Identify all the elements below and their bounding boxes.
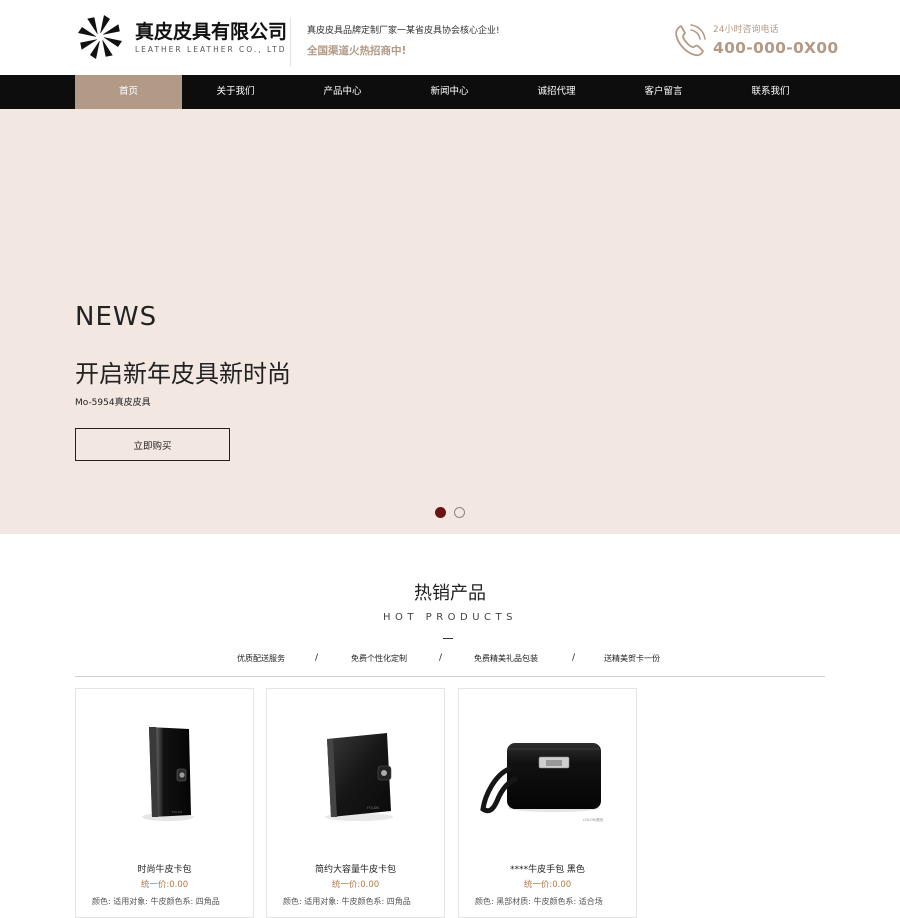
hotline-number[interactable]: 400-000-0X00 xyxy=(713,39,838,57)
main-nav: 首页 关于我们 产品中心 新闻中心 诚招代理 客户留言 联系我们 xyxy=(0,75,900,109)
banner-subtitle: Mo-5954真皮皮具 xyxy=(75,398,151,408)
slider-dot-2[interactable] xyxy=(454,507,465,518)
feature-list: 优质配送服务 / 免费个性化定制 / 免费精美礼品包装 / 送精美贺卡一份 xyxy=(0,653,900,665)
phone-icon xyxy=(675,24,706,57)
card-cardholder-image: FOLDN xyxy=(325,733,393,821)
nav-item-home[interactable]: 首页 xyxy=(75,75,182,109)
header-divider xyxy=(290,18,291,66)
feature-delivery: 优质配送服务 xyxy=(237,654,285,663)
nav-item-about[interactable]: 关于我们 xyxy=(182,75,289,109)
section-subtitle: HOT PRODUCTS xyxy=(383,612,517,623)
logo-subtitle: LEATHER LEATHER CO., LTD xyxy=(135,44,287,54)
product-description: 颜色: 适用对象: 牛皮颜色系: 四角品 xyxy=(283,897,411,906)
feature-separator: / xyxy=(439,653,443,663)
banner-title: 开启新年皮具新时尚 xyxy=(75,360,291,388)
svg-text:FOLDN: FOLDN xyxy=(367,806,379,810)
logo-title: 真皮皮具有限公司 xyxy=(135,20,288,43)
feature-greeting-card: 送精美贺卡一份 xyxy=(604,654,660,663)
product-card[interactable]: FOLDN 时尚牛皮卡包 统一价:0.00 颜色: 适用对象: 牛皮颜色系: 四… xyxy=(75,688,254,918)
feature-customization: 免费个性化定制 xyxy=(351,654,407,663)
product-name[interactable]: 时尚牛皮卡包 xyxy=(76,862,253,875)
nav-item-news[interactable]: 新闻中心 xyxy=(396,75,503,109)
hotline-label: 24小时咨询电话 xyxy=(713,25,779,35)
card-wallet-image: FOLDN xyxy=(142,727,194,821)
hero-banner: NEWS 开启新年皮具新时尚 Mo-5954真皮皮具 立即购买 xyxy=(0,109,900,534)
product-description: 颜色: 适用对象: 牛皮颜色系: 四角品 xyxy=(92,897,220,906)
section-rule xyxy=(75,676,825,677)
nav-item-contact[interactable]: 联系我们 xyxy=(717,75,824,109)
nav-item-agents[interactable]: 诚招代理 xyxy=(503,75,610,109)
site-header: 真皮皮具有限公司 LEATHER LEATHER CO., LTD 真皮皮具品牌… xyxy=(0,0,900,75)
card-clutch-image: COLOR/颜色 xyxy=(480,743,604,822)
product-name[interactable]: 简约大容量牛皮卡包 xyxy=(267,862,444,875)
section-divider xyxy=(443,638,453,639)
slider-dot-1[interactable] xyxy=(435,507,446,518)
slogan: 真皮皮具品牌定制厂家一某省皮具协会核心企业! 全国渠道火热招商中! xyxy=(307,23,500,58)
slogan-line-1: 真皮皮具品牌定制厂家一某省皮具协会核心企业! xyxy=(307,26,500,36)
nav-item-products[interactable]: 产品中心 xyxy=(289,75,396,109)
feature-gift-wrap: 免费精美礼品包装 xyxy=(474,654,538,663)
product-name[interactable]: ****牛皮手包 黑色 xyxy=(459,862,636,875)
svg-text:FOLDN: FOLDN xyxy=(172,810,182,814)
product-card[interactable]: COLOR/颜色 ****牛皮手包 黑色 统一价:0.00 颜色: 黑部材质: … xyxy=(458,688,637,918)
feature-separator: / xyxy=(572,653,576,663)
slogan-line-2: 全国渠道火热招商中! xyxy=(307,45,407,57)
svg-text:COLOR/颜色: COLOR/颜色 xyxy=(583,817,604,822)
buy-now-button[interactable]: 立即购买 xyxy=(75,428,230,461)
product-price: 统一价:0.00 xyxy=(331,880,380,890)
banner-news-label: NEWS xyxy=(75,302,158,332)
product-price: 统一价:0.00 xyxy=(140,880,189,890)
logo-pinwheel-icon xyxy=(78,15,122,59)
product-price: 统一价:0.00 xyxy=(523,880,572,890)
slider-dots xyxy=(435,507,473,518)
product-description: 颜色: 黑部材质: 牛皮颜色系: 适合场 xyxy=(475,897,603,906)
section-title: 热销产品 xyxy=(414,583,486,604)
nav-item-messages[interactable]: 客户留言 xyxy=(610,75,717,109)
hotline: 24小时咨询电话 400-000-0X00 xyxy=(672,22,838,58)
feature-separator: / xyxy=(315,653,319,663)
logo[interactable]: 真皮皮具有限公司 LEATHER LEATHER CO., LTD xyxy=(75,12,287,62)
product-card[interactable]: FOLDN 简约大容量牛皮卡包 统一价:0.00 颜色: 适用对象: 牛皮颜色系… xyxy=(266,688,445,918)
